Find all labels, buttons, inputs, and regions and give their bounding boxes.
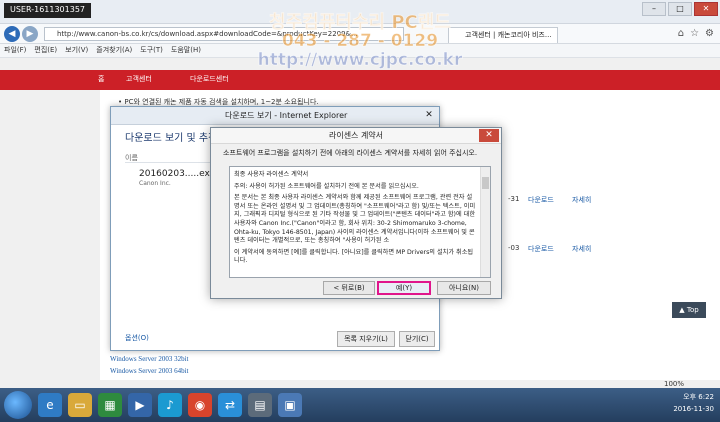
- menu-item-file[interactable]: 파일(F): [4, 44, 26, 57]
- app-icon[interactable]: ◉: [188, 393, 212, 417]
- clock-time: 오후 6:22: [683, 393, 714, 401]
- home-icon[interactable]: ⌂: [678, 28, 684, 39]
- url-input[interactable]: http://www.canon-bs.co.kr/cs/download.as…: [44, 27, 404, 41]
- license-paragraph: 이 계약서에 동의하면 [예]를 클릭합니다. [아니요]를 클릭하면 MP D…: [234, 248, 474, 265]
- maximize-button[interactable]: □: [668, 2, 692, 16]
- music-icon[interactable]: ♪: [158, 393, 182, 417]
- breadcrumb-home[interactable]: 홈: [98, 74, 104, 84]
- row-date: -03: [508, 244, 520, 252]
- pc-name-label: USER-1611301357: [4, 3, 92, 18]
- system-clock[interactable]: 오후 6:22 2016-11-30: [673, 391, 714, 415]
- os-link-2003-32[interactable]: Windows Server 2003 32bit: [110, 355, 188, 363]
- remote-icon[interactable]: ⇄: [218, 393, 242, 417]
- window-icon[interactable]: ▣: [278, 393, 302, 417]
- zoom-level[interactable]: 100%: [664, 380, 684, 388]
- detail-link[interactable]: 자세히: [572, 244, 591, 254]
- folder-icon[interactable]: ▭: [68, 393, 92, 417]
- scrollbar[interactable]: [480, 167, 490, 277]
- detail-link[interactable]: 자세히: [572, 195, 591, 205]
- license-dialog: 라이센스 계약서 ✕ 소프트웨어 프로그램을 설치하기 전에 아래의 라이센스 …: [210, 127, 502, 299]
- window-controls: – □ ✕: [642, 2, 718, 16]
- clear-list-button[interactable]: 목록 지우기(L): [337, 331, 395, 347]
- breadcrumb-download[interactable]: 다운로드센터: [190, 74, 229, 84]
- download-file-name[interactable]: 20160203.....exe: [139, 169, 215, 179]
- yes-button[interactable]: 예(Y): [377, 281, 431, 295]
- breadcrumb-support[interactable]: 고객센터: [126, 74, 152, 84]
- download-link[interactable]: 다운로드: [528, 195, 554, 205]
- breadcrumb: 홈 고객센터 다운로드센터: [0, 70, 720, 90]
- license-paragraph: 본 문서는 본 최종 사용자 라이센스 계약서와 함께 제공된 소프트웨어 프로…: [234, 194, 476, 245]
- clock-date: 2016-11-30: [673, 405, 714, 413]
- scrollbar-thumb[interactable]: [482, 177, 489, 189]
- taskbar: e ▭ ▦ ▶ ♪ ◉ ⇄ ▤ ▣ 오후 6:22 2016-11-30: [0, 388, 720, 422]
- download-window-title: 다운로드 보기 - Internet Explorer: [111, 107, 439, 125]
- close-button[interactable]: 닫기(C): [399, 331, 435, 347]
- menu-item-view[interactable]: 보기(V): [65, 44, 88, 57]
- menu-item-tools[interactable]: 도구(T): [140, 44, 163, 57]
- license-text-box[interactable]: 최종 사용자 라이센스 계약서 주의: 사용이 허가된 소프트웨어를 설치하기 …: [229, 166, 491, 278]
- divider: [125, 162, 215, 163]
- gear-icon[interactable]: ⚙: [705, 28, 714, 39]
- license-paragraph: 주의: 사용이 허가된 소프트웨어를 설치하기 전에 본 문서를 읽으십시오.: [234, 182, 419, 190]
- start-button[interactable]: [4, 391, 32, 419]
- app-icon[interactable]: ▤: [248, 393, 272, 417]
- menu-item-help[interactable]: 도움말(H): [171, 44, 201, 57]
- license-heading: 최종 사용자 라이센스 계약서: [234, 171, 309, 178]
- download-heading: 다운로드 보기 및 추적: [125, 133, 218, 144]
- license-intro: 소프트웨어 프로그램을 설치하기 전에 아래의 라이센스 계약서를 자세히 읽어…: [223, 149, 478, 157]
- back-icon[interactable]: ◀: [4, 26, 20, 42]
- options-link[interactable]: 옵션(O): [125, 333, 149, 343]
- os-link-2003-64[interactable]: Windows Server 2003 64bit: [110, 367, 188, 375]
- top-button[interactable]: ▲ Top: [672, 302, 706, 318]
- toolbar-icons: ⌂ ☆ ⚙: [678, 28, 714, 39]
- star-icon[interactable]: ☆: [690, 28, 699, 39]
- top-label: Top: [686, 306, 699, 314]
- ie-icon[interactable]: e: [38, 393, 62, 417]
- back-button[interactable]: < 뒤로(B): [323, 281, 375, 295]
- row-date: -31: [508, 195, 520, 203]
- close-icon[interactable]: ✕: [479, 129, 499, 142]
- browser-tab[interactable]: 고객센터 | 캐논코리아 비즈...: [448, 27, 558, 43]
- menu-item-favorites[interactable]: 즐겨찾기(A): [96, 44, 132, 57]
- download-publisher: Canon Inc.: [139, 180, 171, 187]
- download-link[interactable]: 다운로드: [528, 244, 554, 254]
- license-dialog-title: 라이센스 계약서: [211, 128, 501, 144]
- minimize-button[interactable]: –: [642, 2, 666, 16]
- no-button[interactable]: 아니요(N): [437, 281, 491, 295]
- address-bar: ◀ ▶ http://www.canon-bs.co.kr/cs/downloa…: [0, 24, 720, 44]
- media-player-icon[interactable]: ▶: [128, 393, 152, 417]
- forward-icon[interactable]: ▶: [22, 26, 38, 42]
- store-icon[interactable]: ▦: [98, 393, 122, 417]
- close-icon[interactable]: ✕: [422, 109, 436, 122]
- menu-item-edit[interactable]: 편집(E): [34, 44, 57, 57]
- close-window-button[interactable]: ✕: [694, 2, 718, 16]
- window-titlebar: USER-1611301357 – □ ✕: [0, 0, 720, 24]
- menu-bar: 파일(F) 편집(E) 보기(V) 즐겨찾기(A) 도구(T) 도움말(H): [0, 44, 720, 58]
